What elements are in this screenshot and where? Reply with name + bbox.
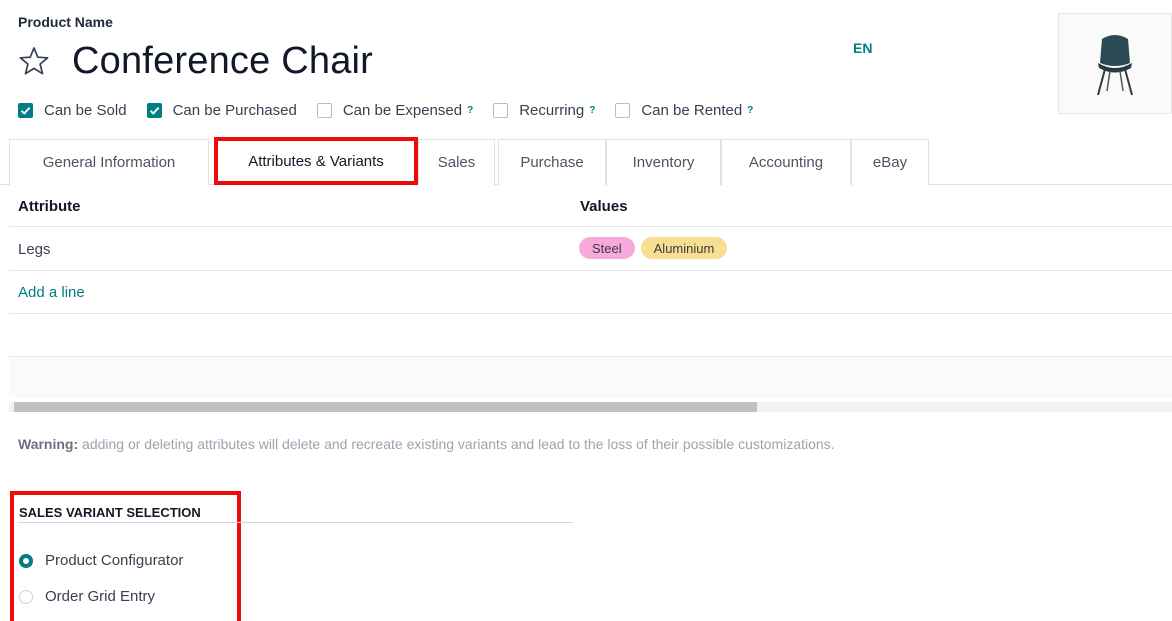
tab-attributes-variants[interactable]: Attributes & Variants [214, 137, 418, 185]
help-icon[interactable]: ? [467, 105, 473, 116]
checkbox[interactable] [493, 102, 509, 118]
column-header-values[interactable]: Values [580, 198, 628, 215]
section-title-sales-variant: SALES VARIANT SELECTION [19, 505, 201, 520]
checkbox-label: Can be Purchased [172, 101, 297, 119]
option-recurring[interactable]: Recurring? [493, 102, 595, 119]
option-can-be-expensed[interactable]: Can be Expensed? [316, 101, 473, 119]
notebook-tabs: General Information Attributes & Variants… [0, 137, 1172, 185]
checkbox[interactable] [316, 102, 332, 118]
tab-accounting[interactable]: Accounting [721, 139, 851, 185]
tab-ebay[interactable]: eBay [851, 139, 929, 185]
title-row: Conference Chair [18, 38, 373, 84]
warning-prefix: Warning: [18, 436, 79, 452]
value-tag[interactable]: Aluminium [640, 237, 728, 259]
radio-button[interactable] [19, 553, 33, 568]
help-icon[interactable]: ? [589, 105, 595, 116]
option-can-be-rented[interactable]: Can be Rented? [615, 102, 753, 119]
tab-general-information[interactable]: General Information [9, 139, 209, 185]
warning-text: adding or deleting attributes will delet… [78, 436, 835, 452]
radio-product-configurator[interactable]: Product Configurator [19, 552, 183, 569]
radio-button[interactable] [19, 589, 33, 604]
option-can-be-purchased[interactable]: Can be Purchased [146, 101, 297, 119]
checkbox[interactable] [18, 102, 33, 118]
table-row-attribute[interactable]: Legs [18, 241, 51, 258]
column-header-attribute[interactable]: Attribute [18, 198, 81, 215]
radio-label: Product Configurator [45, 552, 184, 569]
field-label-product-name: Product Name [18, 14, 113, 30]
star-icon[interactable] [18, 45, 50, 77]
check-icon [149, 106, 159, 115]
radio-order-grid-entry[interactable]: Order Grid Entry [19, 588, 155, 605]
product-name-field[interactable]: Conference Chair [72, 40, 373, 83]
checkbox-label: Can be Sold [44, 101, 127, 119]
option-can-be-sold[interactable]: Can be Sold [18, 102, 127, 119]
language-button[interactable]: EN [853, 40, 872, 56]
divider [9, 313, 1172, 314]
table-row-values[interactable]: Steel Aluminium [579, 237, 733, 259]
tab-inventory[interactable]: Inventory [606, 139, 721, 185]
check-icon [20, 106, 31, 115]
chair-image [1097, 34, 1133, 95]
variant-warning: Warning: adding or deleting attributes w… [18, 436, 835, 452]
checkbox-label: Can be Rented [641, 101, 743, 119]
horizontal-scrollbar-thumb[interactable] [14, 402, 757, 412]
checkbox-label: Recurring [519, 101, 585, 119]
tab-purchase[interactable]: Purchase [498, 139, 606, 185]
checkbox[interactable] [615, 102, 631, 118]
divider [9, 270, 1172, 271]
product-options: Can be Sold Can be Purchased Can be Expens… [18, 99, 773, 121]
table-empty-row [9, 357, 1172, 398]
checkbox[interactable] [146, 102, 162, 118]
divider [9, 226, 1172, 227]
add-line-link[interactable]: Add a line [18, 284, 85, 301]
section-divider [18, 522, 573, 523]
checkbox-label: Can be Expensed [342, 101, 463, 119]
product-image[interactable] [1058, 13, 1172, 114]
radio-label: Order Grid Entry [45, 588, 156, 605]
tab-sales[interactable]: Sales [418, 139, 495, 185]
help-icon[interactable]: ? [747, 105, 753, 116]
value-tag[interactable]: Steel [579, 237, 635, 259]
